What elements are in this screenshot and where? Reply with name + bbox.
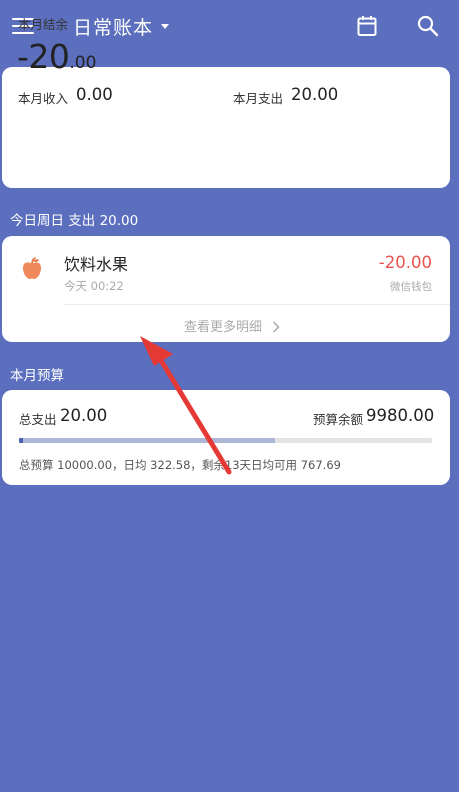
view-more-details-link[interactable]: 查看更多明细 [184,316,262,335]
divider [64,304,450,305]
calendar-icon[interactable] [357,15,377,41]
chevron-right-icon[interactable] [272,318,280,337]
entry-time: 今天 00:22 [64,279,124,293]
budget-header: 本月预算 [10,368,64,384]
balance-main: -20 [17,37,70,76]
entry-account: 微信钱包 [390,281,432,293]
income-label: 本月收入 [18,91,69,106]
budget-progress-fill [19,438,276,443]
balance-decimal: .00 [69,53,97,73]
budget-remaining-label: 预算余额 [313,412,364,427]
today-header: 今日周日 支出 20.00 [10,213,139,229]
total-expense-value: 20.00 [60,406,108,425]
balance-value: -20.00 [17,37,96,76]
budget-remaining-value: 9980.00 [366,406,435,425]
budget-progress-bar [19,438,432,443]
caret-down-icon[interactable] [161,24,169,29]
apple-icon [21,257,43,285]
budget-detail-text: 总预算 10000.00，日均 322.58，剩余13天日均可用 767.69 [19,458,341,472]
income-value: 0.00 [76,85,113,104]
search-icon[interactable] [417,15,439,41]
budget-progress-cap [19,438,23,443]
entry-category[interactable]: 饮料水果 [64,251,128,275]
monthly-summary-card [2,67,450,188]
book-title[interactable]: 日常账本 [73,13,153,40]
balance-label: 本月结余 [18,17,69,32]
expense-label: 本月支出 [233,91,284,106]
total-expense-label: 总支出 [19,412,57,427]
entry-amount: -20.00 [378,253,432,272]
expense-value: 20.00 [291,85,339,104]
